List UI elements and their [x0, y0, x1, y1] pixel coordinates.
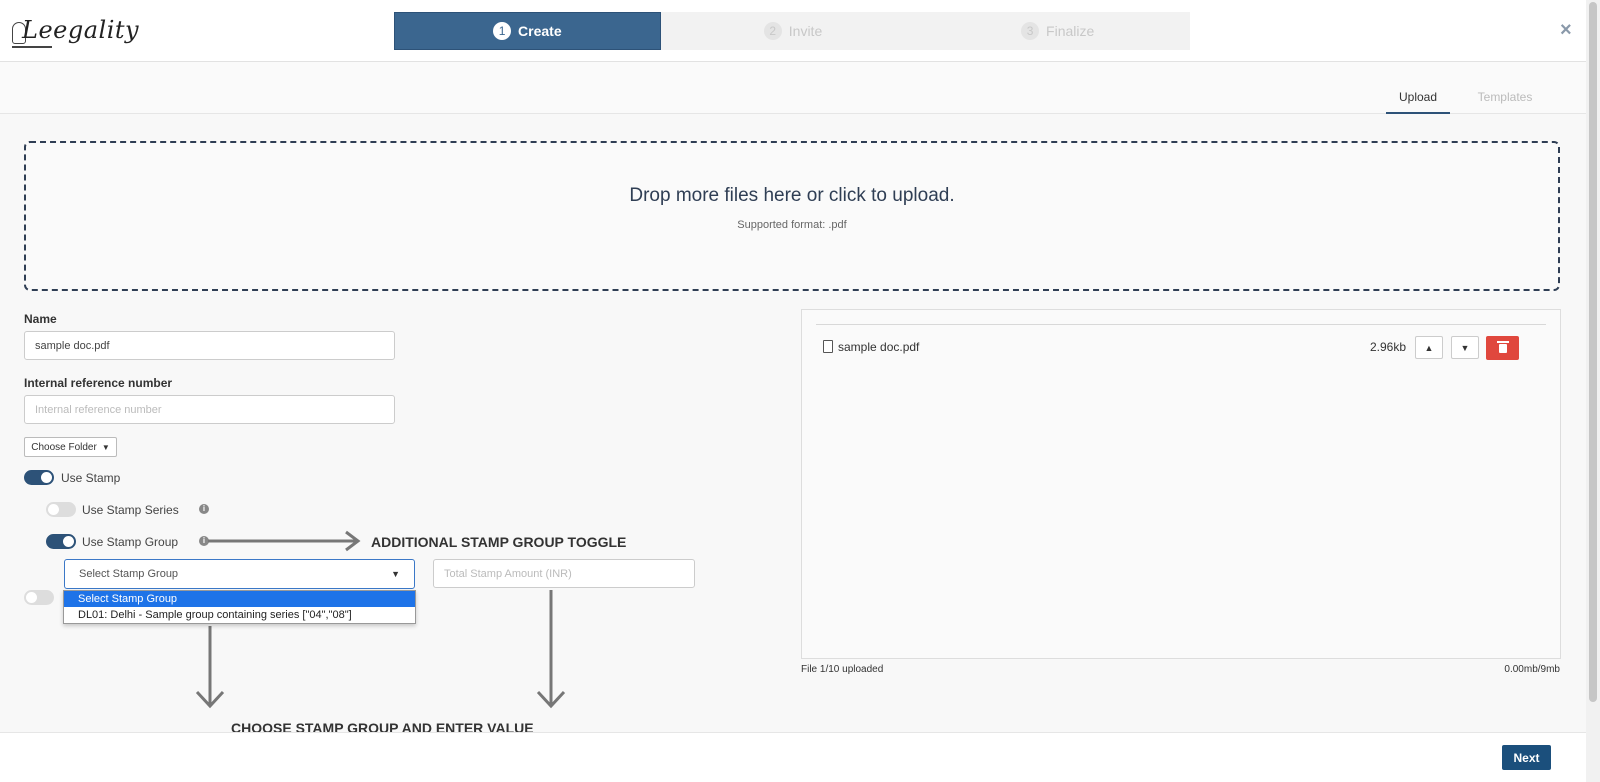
close-icon[interactable]: ×	[1560, 20, 1576, 40]
scrollbar-thumb[interactable]	[1589, 2, 1597, 702]
upload-tabs: Upload Templates	[0, 62, 1586, 114]
use-stamp-toggle[interactable]	[24, 470, 54, 485]
step-number: 1	[493, 22, 512, 40]
tab-upload[interactable]: Upload	[1386, 90, 1450, 114]
toggle-knob	[63, 536, 74, 547]
stamp-group-option[interactable]: Select Stamp Group	[64, 591, 415, 607]
reference-input[interactable]	[24, 395, 395, 424]
next-button[interactable]: Next	[1502, 745, 1551, 770]
choose-folder-dropdown[interactable]: Choose Folder ▼	[24, 437, 117, 457]
name-input[interactable]	[24, 331, 395, 360]
step-number: 2	[763, 22, 782, 40]
use-stamp-label: Use Stamp	[61, 471, 121, 485]
stepper: 1 Create 2 Invite 3 Finalize	[394, 12, 1191, 50]
toggle-knob	[48, 504, 59, 515]
use-stamp-group-toggle[interactable]	[46, 534, 76, 549]
use-stamp-series-toggle[interactable]	[46, 502, 76, 517]
chevron-down-icon: ▼	[391, 569, 400, 579]
dropzone-title: Drop more files here or click to upload.	[629, 185, 955, 206]
arrow-down-icon	[195, 626, 225, 709]
leegality-logo: Leegality	[8, 10, 139, 50]
name-label: Name	[24, 312, 57, 326]
file-dropzone[interactable]: Drop more files here or click to upload.…	[24, 141, 1560, 291]
reference-label: Internal reference number	[24, 376, 173, 390]
logo-text: Leegality	[22, 16, 140, 44]
total-stamp-amount-input[interactable]	[433, 559, 695, 588]
uploaded-files-panel	[801, 309, 1561, 659]
step-invite[interactable]: 2 Invite	[660, 12, 926, 50]
file-size: 2.96kb	[1369, 340, 1406, 354]
top-bar: Leegality 1 Create 2 Invite 3 Finalize	[0, 0, 1586, 62]
annotation-toggle: ADDITIONAL STAMP GROUP TOGGLE	[371, 534, 627, 550]
step-label: Create	[518, 23, 562, 39]
divider	[816, 324, 1546, 325]
trash-icon	[1496, 340, 1509, 353]
dropzone-subtitle: Supported format: .pdf	[737, 219, 847, 231]
stamp-group-select-value: Select Stamp Group	[79, 568, 179, 580]
info-icon[interactable]: i	[199, 504, 209, 514]
step-create[interactable]: 1 Create	[394, 12, 661, 50]
step-finalize[interactable]: 3 Finalize	[925, 12, 1191, 50]
toggle-knob	[41, 472, 52, 483]
use-stamp-series-label: Use Stamp Series	[82, 503, 179, 517]
upload-size: 0.00mb/9mb	[1504, 664, 1560, 675]
stamp-group-select[interactable]: Select Stamp Group ▼	[64, 559, 415, 589]
file-name: sample doc.pdf	[838, 340, 920, 354]
move-down-button[interactable]: ▼	[1451, 336, 1479, 359]
choose-folder-label: Choose Folder	[31, 441, 97, 453]
arrow-down-icon	[536, 590, 566, 709]
pdf-file-icon	[823, 340, 833, 353]
hidden-toggle[interactable]	[24, 590, 54, 605]
step-label: Finalize	[1046, 23, 1095, 39]
step-number: 3	[1021, 22, 1040, 40]
caret-up-icon: ▲	[1424, 342, 1434, 353]
logo-underline	[12, 46, 52, 48]
caret-down-icon: ▼	[1460, 342, 1470, 353]
move-up-button[interactable]: ▲	[1415, 336, 1443, 359]
caret-down-icon: ▼	[101, 442, 110, 452]
step-label: Invite	[788, 23, 823, 39]
stamp-group-option[interactable]: DL01: Delhi - Sample group containing se…	[64, 607, 415, 623]
arrow-right-icon	[208, 530, 361, 552]
stamp-group-dropdown: Select Stamp Group DL01: Delhi - Sample …	[63, 590, 416, 624]
page-scrollbar[interactable]	[1586, 0, 1600, 782]
delete-file-button[interactable]	[1486, 336, 1519, 360]
footer-bar	[0, 732, 1586, 782]
tab-templates[interactable]: Templates	[1476, 90, 1534, 114]
upload-count: File 1/10 uploaded	[801, 664, 884, 675]
use-stamp-group-label: Use Stamp Group	[82, 535, 179, 549]
toggle-knob	[26, 592, 37, 603]
